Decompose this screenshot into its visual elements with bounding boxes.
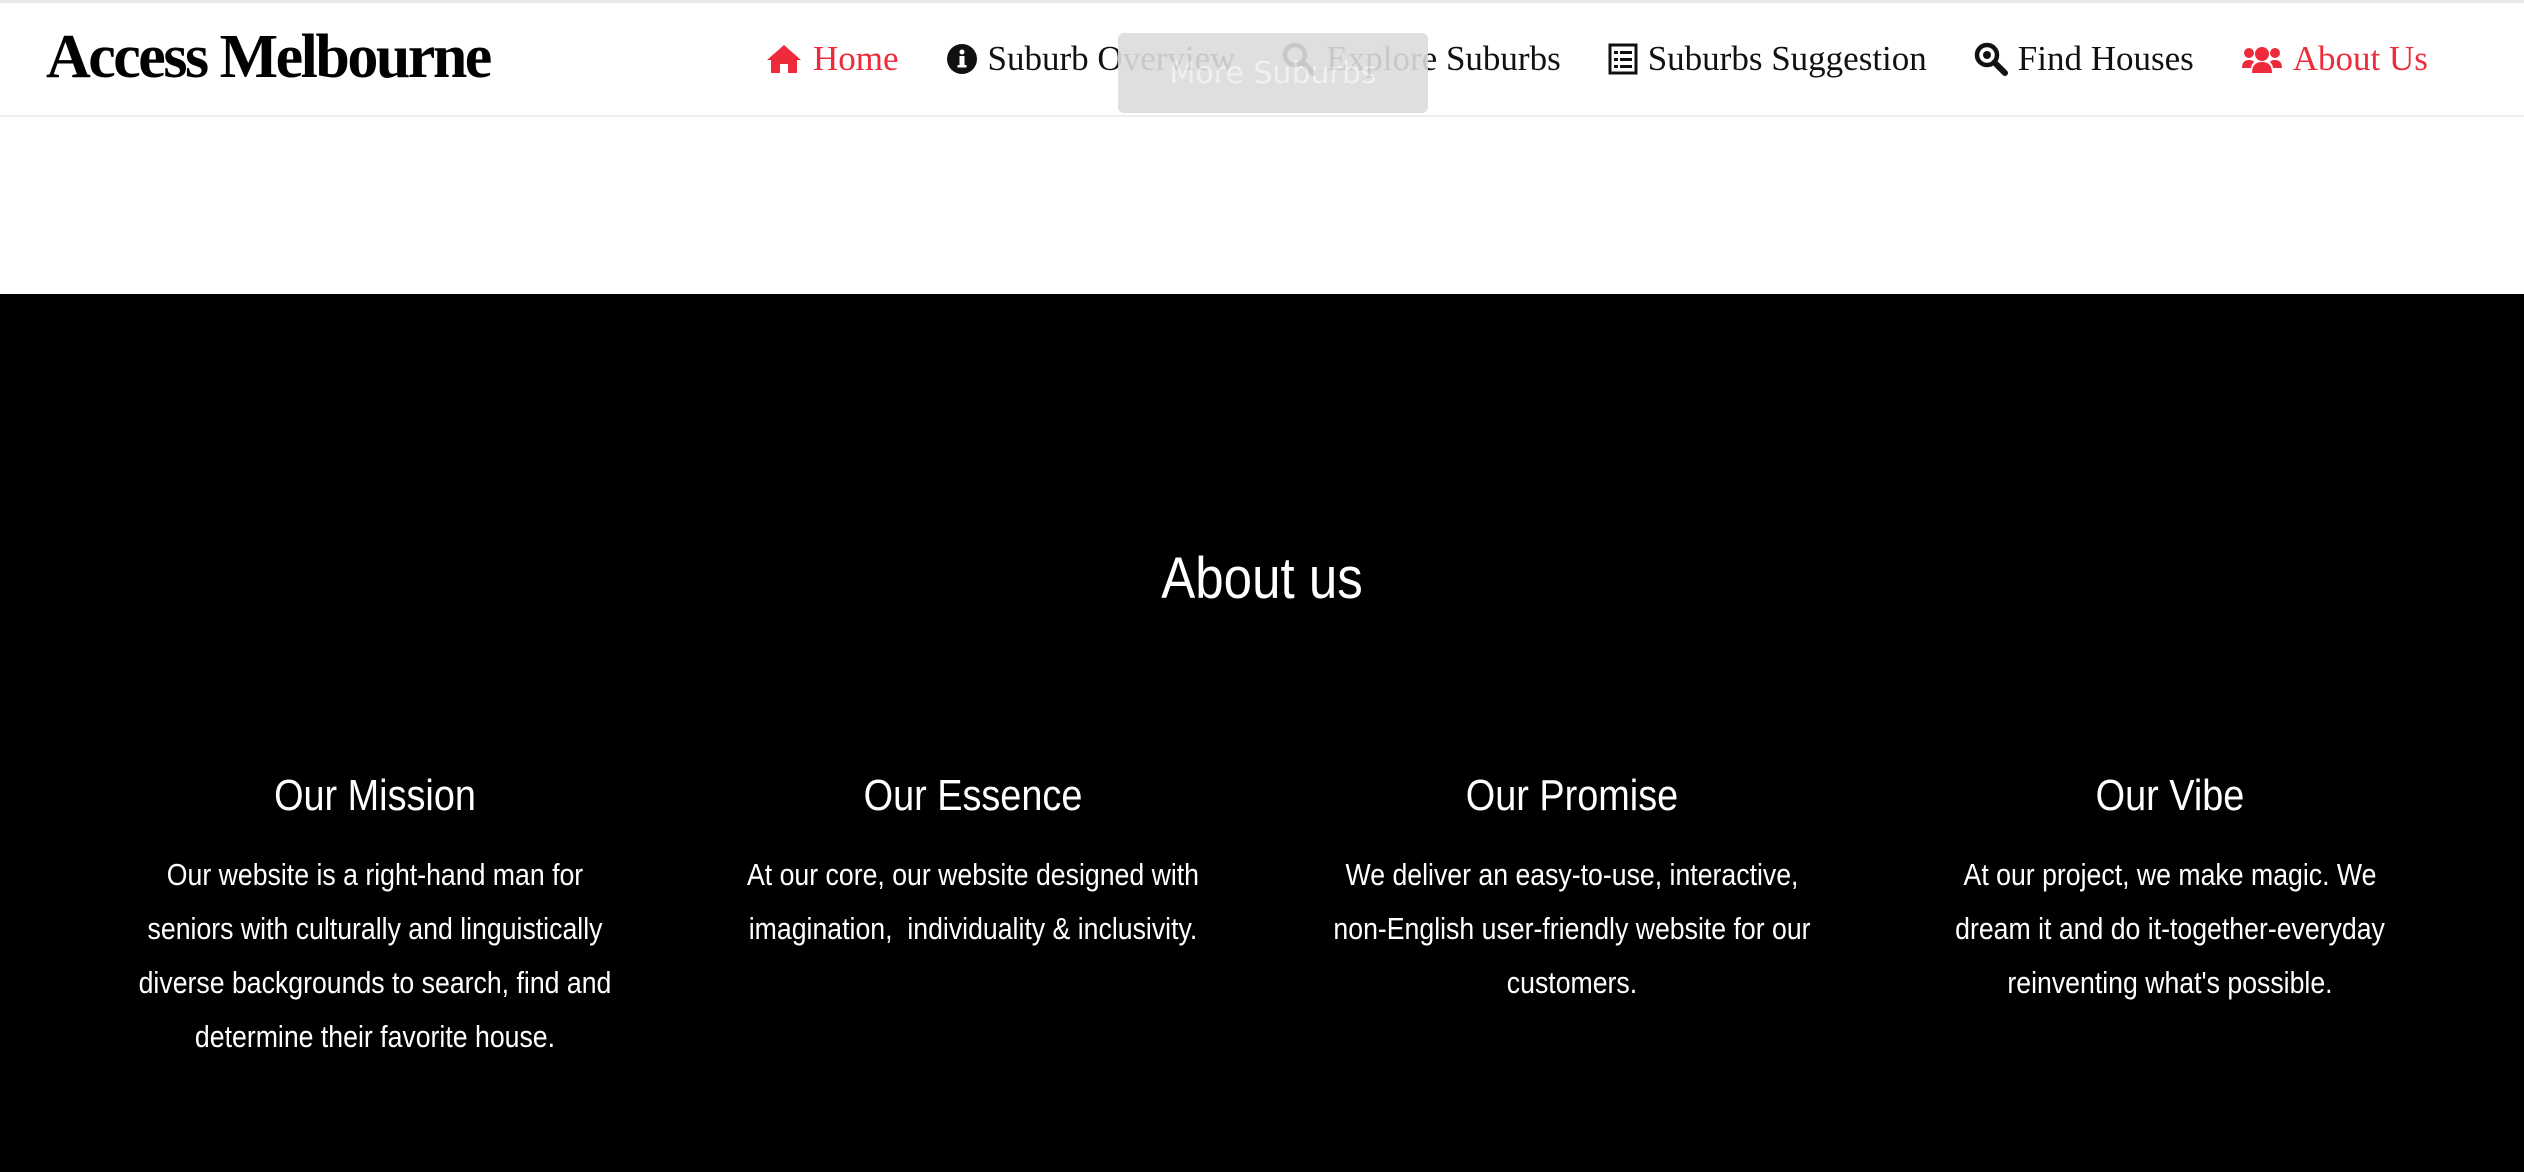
about-column-vibe: Our Vibe At our project, we make magic. … xyxy=(1890,768,2450,1010)
mission-line: determine their favorite house. xyxy=(194,1019,556,1054)
mission-heading: Our Mission xyxy=(274,771,476,820)
main-nav: Home Suburb Overview Explore Suburbs Sub… xyxy=(765,31,2428,87)
nav-home-label: Home xyxy=(813,39,899,78)
nav-find-houses[interactable]: Find Houses xyxy=(1974,39,2194,79)
mission-text: Our website is a right-hand man for seni… xyxy=(134,848,616,1064)
promise-line: We deliver an easy-to-use, interactive, xyxy=(1345,857,1799,892)
about-section: About us Our Mission Our website is a ri… xyxy=(0,294,2524,1172)
vibe-text: At our project, we make magic. We dream … xyxy=(1929,848,2411,1010)
mission-line: seniors with culturally and linguistical… xyxy=(147,911,603,946)
vibe-heading: Our Vibe xyxy=(2095,771,2245,820)
about-title: About us xyxy=(1161,546,1363,611)
mission-line: diverse backgrounds to search, find and xyxy=(138,965,612,1000)
info-circle-icon xyxy=(946,44,977,74)
promise-line: customers. xyxy=(1506,965,1638,1000)
essence-text: At our core, our website designed with i… xyxy=(732,848,1214,956)
nav-suburbs-suggestion-label: Suburbs Suggestion xyxy=(1647,39,1927,78)
users-icon xyxy=(2241,47,2282,73)
home-icon xyxy=(767,45,801,73)
list-card-icon xyxy=(1608,43,1638,75)
nav-find-houses-label: Find Houses xyxy=(2017,39,2194,78)
site-logo[interactable]: Access Melbourne xyxy=(46,19,492,95)
essence-heading: Our Essence xyxy=(863,771,1083,820)
vibe-line: dream it and do it-together-everyday xyxy=(1955,911,2385,946)
nav-suburbs-suggestion[interactable]: Suburbs Suggestion xyxy=(1608,39,1927,79)
more-suburbs-button[interactable]: More Suburbs xyxy=(1118,33,1428,113)
vibe-line: At our project, we make magic. We xyxy=(1963,857,2377,892)
mission-line: Our website is a right-hand man for xyxy=(166,857,584,892)
nav-about-us[interactable]: About Us xyxy=(2241,39,2428,79)
nav-home[interactable]: Home xyxy=(765,39,899,79)
nav-about-us-label: About Us xyxy=(2292,39,2428,78)
essence-line: imagination, individuality & inclusivity… xyxy=(748,911,1198,946)
about-column-essence: Our Essence At our core, our website des… xyxy=(693,768,1253,956)
promise-line: non-English user-friendly website for ou… xyxy=(1333,911,1811,946)
about-column-promise: Our Promise We deliver an easy-to-use, i… xyxy=(1292,768,1852,1010)
vibe-line: reinventing what's possible. xyxy=(2007,965,2333,1000)
about-column-mission: Our Mission Our website is a right-hand … xyxy=(95,768,655,1064)
promise-heading: Our Promise xyxy=(1465,771,1679,820)
search-house-icon xyxy=(1974,42,2008,76)
promise-text: We deliver an easy-to-use, interactive, … xyxy=(1331,848,1813,1010)
essence-line: At our core, our website designed with xyxy=(747,857,1199,892)
more-suburbs-label: More Suburbs xyxy=(1169,55,1377,91)
